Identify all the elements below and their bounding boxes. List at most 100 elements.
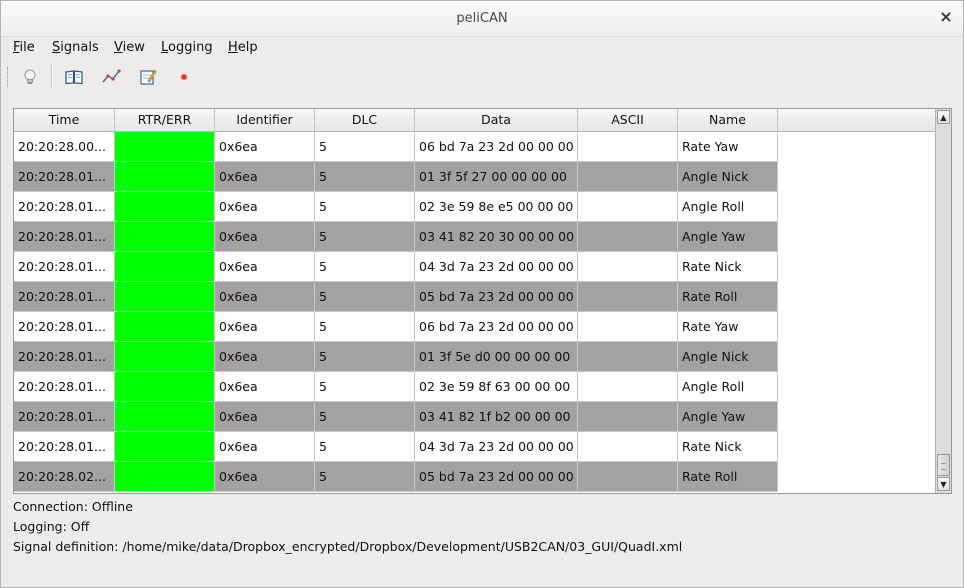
table-header: Time RTR/ERR Identifier DLC Data ASCII N… xyxy=(14,109,936,132)
cell-name: Angle Nick xyxy=(678,342,778,372)
cell-ascii xyxy=(578,342,678,372)
cell-identifier: 0x6ea xyxy=(215,312,315,342)
column-header-identifier[interactable]: Identifier xyxy=(215,109,315,131)
cell-time: 20:20:28.01... xyxy=(14,342,115,372)
cell-identifier: 0x6ea xyxy=(215,192,315,222)
column-header-dlc[interactable]: DLC xyxy=(315,109,415,131)
cell-identifier: 0x6ea xyxy=(215,222,315,252)
cell-identifier: 0x6ea xyxy=(215,162,315,192)
window-title: peliCAN xyxy=(456,11,508,26)
edit-button[interactable] xyxy=(137,66,159,88)
menu-file[interactable]: File xyxy=(13,40,35,55)
connection-status: Connection: Offline xyxy=(13,499,133,514)
table-row[interactable]: 20:20:28.01... 0x6ea 5 04 3d 7a 23 2d 00 00… xyxy=(14,432,778,462)
cell-rtr-err xyxy=(115,342,215,372)
menu-signals[interactable]: Signals xyxy=(52,40,99,55)
cell-ascii xyxy=(578,312,678,342)
cell-time: 20:20:28.02... xyxy=(14,462,115,492)
column-header-name[interactable]: Name xyxy=(678,109,778,131)
cell-data: 02 3e 59 8f 63 00 00 00 xyxy=(415,372,578,402)
cell-ascii xyxy=(578,192,678,222)
record-button[interactable] xyxy=(173,66,195,88)
table-row[interactable]: 20:20:28.01... 0x6ea 5 03 41 82 20 30 00 00… xyxy=(14,222,778,252)
cell-dlc: 5 xyxy=(315,192,415,222)
edit-icon xyxy=(140,69,157,85)
cell-time: 20:20:28.01... xyxy=(14,192,115,222)
column-header-ascii[interactable]: ASCII xyxy=(578,109,678,131)
cell-identifier: 0x6ea xyxy=(215,342,315,372)
can-message-table[interactable]: Time RTR/ERR Identifier DLC Data ASCII N… xyxy=(13,108,952,494)
cell-dlc: 5 xyxy=(315,432,415,462)
cell-identifier: 0x6ea xyxy=(215,282,315,312)
cell-rtr-err xyxy=(115,432,215,462)
vertical-scrollbar[interactable]: ▲ ▼ xyxy=(935,109,951,493)
cell-time: 20:20:28.01... xyxy=(14,162,115,192)
cell-rtr-err xyxy=(115,282,215,312)
cell-identifier: 0x6ea xyxy=(215,432,315,462)
cell-rtr-err xyxy=(115,372,215,402)
cell-name: Angle Yaw xyxy=(678,402,778,432)
cell-data: 01 3f 5f 27 00 00 00 00 xyxy=(415,162,578,192)
plot-button[interactable] xyxy=(100,66,122,88)
graph-icon xyxy=(102,69,121,83)
table-row[interactable]: 20:20:28.01... 0x6ea 5 01 3f 5f 27 00 00 00… xyxy=(14,162,778,192)
cell-identifier: 0x6ea xyxy=(215,252,315,282)
column-header-data[interactable]: Data xyxy=(415,109,578,131)
table-row[interactable]: 20:20:28.01... 0x6ea 5 06 bd 7a 23 2d 00 00… xyxy=(14,312,778,342)
cell-name: Rate Roll xyxy=(678,462,778,492)
cell-dlc: 5 xyxy=(315,462,415,492)
cell-name: Rate Yaw xyxy=(678,312,778,342)
cell-identifier: 0x6ea xyxy=(215,132,315,162)
cell-rtr-err xyxy=(115,192,215,222)
cell-data: 03 41 82 1f b2 00 00 00 xyxy=(415,402,578,432)
scrollbar-grip xyxy=(941,463,946,470)
cell-time: 20:20:28.01... xyxy=(14,312,115,342)
cell-dlc: 5 xyxy=(315,132,415,162)
cell-time: 20:20:28.01... xyxy=(14,432,115,462)
cell-identifier: 0x6ea xyxy=(215,372,315,402)
table-row[interactable]: 20:20:28.00... 0x6ea 5 06 bd 7a 23 2d 00 00… xyxy=(14,132,778,162)
cell-data: 05 bd 7a 23 2d 00 00 00 xyxy=(415,282,578,312)
table-row[interactable]: 20:20:28.02... 0x6ea 5 05 bd 7a 23 2d 00 00… xyxy=(14,462,778,492)
table-row[interactable]: 20:20:28.01... 0x6ea 5 01 3f 5e d0 00 00 00… xyxy=(14,342,778,372)
table-row[interactable]: 20:20:28.01... 0x6ea 5 05 bd 7a 23 2d 00 00… xyxy=(14,282,778,312)
signals-button[interactable] xyxy=(63,66,85,88)
cell-identifier: 0x6ea xyxy=(215,402,315,432)
table-row[interactable]: 20:20:28.01... 0x6ea 5 02 3e 59 8e e5 00 00… xyxy=(14,192,778,222)
scrollbar-thumb[interactable] xyxy=(937,454,950,476)
cell-time: 20:20:28.01... xyxy=(14,372,115,402)
table-row[interactable]: 20:20:28.01... 0x6ea 5 04 3d 7a 23 2d 00 00… xyxy=(14,252,778,282)
lightbulb-icon xyxy=(24,69,36,84)
connect-button[interactable] xyxy=(19,66,41,88)
cell-name: Rate Roll xyxy=(678,282,778,312)
cell-ascii xyxy=(578,432,678,462)
cell-name: Angle Nick xyxy=(678,162,778,192)
cell-time: 20:20:28.01... xyxy=(14,252,115,282)
toolbar xyxy=(1,61,963,93)
menu-logging[interactable]: Logging xyxy=(161,40,213,55)
cell-data: 01 3f 5e d0 00 00 00 00 xyxy=(415,342,578,372)
menu-help[interactable]: Help xyxy=(228,40,258,55)
table-row[interactable]: 20:20:28.01... 0x6ea 5 03 41 82 1f b2 00 00… xyxy=(14,402,778,432)
cell-dlc: 5 xyxy=(315,162,415,192)
cell-dlc: 5 xyxy=(315,222,415,252)
cell-time: 20:20:28.01... xyxy=(14,222,115,252)
cell-name: Angle Yaw xyxy=(678,222,778,252)
cell-rtr-err xyxy=(115,252,215,282)
close-icon[interactable]: × xyxy=(939,9,953,25)
cell-data: 06 bd 7a 23 2d 00 00 00 xyxy=(415,312,578,342)
cell-name: Rate Nick xyxy=(678,432,778,462)
cell-rtr-err xyxy=(115,312,215,342)
cell-rtr-err xyxy=(115,132,215,162)
menu-view[interactable]: View xyxy=(114,40,145,55)
title-bar[interactable]: peliCAN × xyxy=(1,1,963,37)
signal-definition-path: Signal definition: /home/mike/data/Dropb… xyxy=(13,539,683,554)
column-header-rtr-err[interactable]: RTR/ERR xyxy=(115,109,215,131)
record-icon xyxy=(180,73,188,81)
scroll-up-arrow-icon[interactable]: ▲ xyxy=(937,110,950,124)
cell-ascii xyxy=(578,132,678,162)
scroll-down-arrow-icon[interactable]: ▼ xyxy=(937,477,950,491)
table-row[interactable]: 20:20:28.01... 0x6ea 5 02 3e 59 8f 63 00 00… xyxy=(14,372,778,402)
toolbar-grip[interactable] xyxy=(7,67,11,87)
column-header-time[interactable]: Time xyxy=(14,109,115,131)
